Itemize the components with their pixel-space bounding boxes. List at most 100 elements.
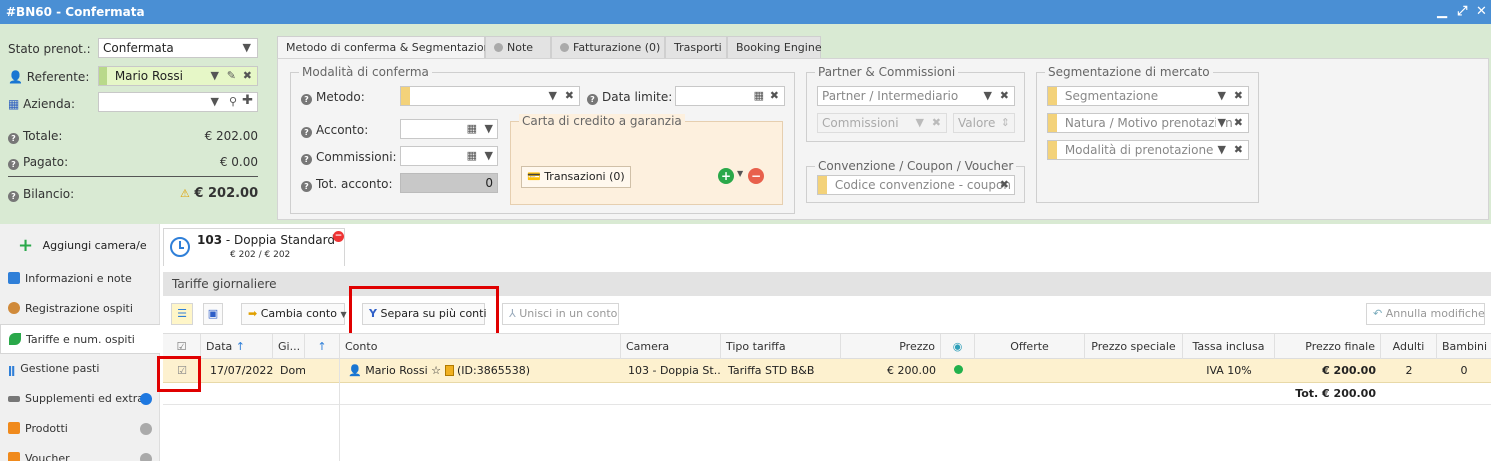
chevron-down-icon[interactable]: ▼ [1218, 87, 1226, 105]
segmentazione-select[interactable]: Segmentazione ▼ ✖ [1047, 86, 1249, 106]
col-camera[interactable]: Camera [621, 334, 721, 359]
clear-icon[interactable]: ✖ [1234, 114, 1243, 132]
sidebar-item-registrazione[interactable]: Registrazione ospiti [0, 294, 160, 324]
add-card-icon[interactable]: + [718, 168, 734, 184]
close-icon[interactable]: ✕ [1476, 0, 1487, 24]
col-prezzo[interactable]: Prezzo [841, 334, 941, 359]
room-tab-103[interactable]: 103 - Doppia Standard € 202 / € 202 − [163, 228, 345, 266]
metodo-label-text: Metodo: [316, 90, 365, 104]
annulla-modifiche-button[interactable]: ↶ Annulla modifiche [1366, 303, 1485, 325]
col-data[interactable]: Data ↑ [201, 334, 273, 359]
close-room-icon[interactable]: − [333, 231, 344, 242]
required-marker [1048, 114, 1057, 132]
col-tipo-tariffa[interactable]: Tipo tariffa [721, 334, 841, 359]
azienda-input[interactable]: ▼ ⚲ ✚ [98, 92, 258, 112]
summary-divider [8, 176, 258, 177]
sidebar-item-tariffe[interactable]: Tariffe e num. ospiti [0, 324, 160, 354]
chevron-down-icon[interactable]: ▼ [1215, 114, 1226, 132]
codice-convenzione-input[interactable]: Codice convenzione - coupon ✖ [817, 175, 1015, 195]
sidebar-item-label: Prodotti [25, 422, 68, 435]
add-icon[interactable]: ✚ [242, 93, 253, 110]
help-icon: ? [301, 127, 312, 138]
tab-fatturazione[interactable]: Fatturazione (0) [551, 36, 665, 58]
col-prezzo-speciale[interactable]: Prezzo speciale [1085, 334, 1183, 359]
sidebar-item-voucher[interactable]: Voucher [0, 444, 160, 461]
col-sort[interactable]: ↑ [305, 334, 340, 359]
chevron-down-icon[interactable]: ▼ [549, 87, 557, 105]
chevron-down-icon[interactable]: ▼ [1218, 141, 1226, 159]
col-adulti[interactable]: Adulti [1381, 334, 1437, 359]
chevron-down-icon[interactable]: ▼ [984, 87, 992, 105]
maximize-icon[interactable]: ⤢ [1457, 0, 1467, 24]
col-visibility[interactable]: ◉ [941, 334, 975, 359]
transazioni-button[interactable]: 💳 Transazioni (0) [521, 166, 631, 188]
tab-trasporti[interactable]: Trasporti [665, 36, 727, 58]
column-divider [339, 359, 340, 461]
list-view-icon[interactable]: ☰ [171, 303, 193, 325]
valore-input[interactable]: Valore ⇕ [953, 113, 1015, 133]
totale-label: ? Totale: [8, 129, 62, 144]
annulla-label: Annulla modifiche [1385, 307, 1485, 320]
commissioni-partner-select[interactable]: Commissioni ▼ ✖ [817, 113, 947, 133]
stato-select[interactable]: Confermata ▼ [98, 38, 258, 58]
add-room-button[interactable]: + Aggiungi camera/e [18, 234, 147, 258]
cambia-conto-button[interactable]: ➡ Cambia conto ▼ [241, 303, 347, 325]
acconto-input[interactable]: ▦ ▼ [400, 119, 498, 139]
chevron-down-icon[interactable]: ▼ [211, 67, 219, 85]
chevron-down-icon[interactable]: ▼ [485, 120, 493, 138]
chevron-down-icon[interactable]: ▼ [737, 169, 743, 178]
col-conto[interactable]: Conto [340, 334, 621, 359]
unisci-conto-button[interactable]: ⅄ Unisci in un conto [502, 303, 619, 325]
service-bell-icon [8, 396, 20, 402]
remove-card-icon[interactable]: − [748, 168, 764, 184]
sidebar-item-pasti[interactable]: ǁ Gestione pasti [0, 354, 160, 384]
clear-icon[interactable]: ✖ [770, 87, 779, 105]
col-tassa-inclusa[interactable]: Tassa inclusa [1183, 334, 1275, 359]
clear-icon[interactable]: ✖ [565, 87, 574, 105]
edit-icon[interactable]: ✎ [227, 67, 236, 85]
data-limite-input[interactable]: ▦ ✖ [675, 86, 785, 106]
clear-icon[interactable]: ✖ [1234, 87, 1243, 105]
search-icon[interactable]: ⚲ [229, 93, 237, 111]
natura-select[interactable]: Natura / Motivo prenotazion ▼ ✖ [1047, 113, 1249, 133]
metodo-select[interactable]: ▼ ✖ [400, 86, 580, 106]
eye-icon: ◉ [952, 340, 963, 353]
table-row[interactable]: ☑ 17/07/2022 Dom 👤 Mario Rossi ☆ (ID:386… [163, 359, 1491, 383]
clear-icon[interactable]: ✖ [1000, 176, 1009, 194]
col-offerte[interactable]: Offerte [975, 334, 1085, 359]
minimize-icon[interactable]: ▁ [1437, 0, 1447, 24]
sidebar-item-label: Tariffe e num. ospiti [26, 333, 135, 346]
col-giorno[interactable]: Gi... [273, 334, 305, 359]
clear-icon[interactable]: ✖ [1000, 87, 1009, 105]
group-legend: Convenzione / Coupon / Voucher [815, 159, 1017, 173]
modalita-prenotazione-select[interactable]: Modalità di prenotazione ▼ ✖ [1047, 140, 1249, 160]
col-bambini[interactable]: Bambini [1437, 334, 1491, 359]
partner-select[interactable]: Partner / Intermediario ▼ ✖ [817, 86, 1015, 106]
tab-booking-engine[interactable]: Booking Engine [727, 36, 822, 58]
chevron-down-icon[interactable]: ▼ [485, 147, 493, 165]
pagato-value: € 0.00 [219, 155, 258, 169]
grid-view-icon[interactable]: ▣ [203, 303, 223, 325]
calculator-icon[interactable]: ▦ [467, 120, 477, 138]
referente-value: Mario Rossi [114, 69, 183, 83]
sidebar-item-informazioni[interactable]: Informazioni e note [0, 264, 160, 294]
calculator-icon[interactable]: ▦ [467, 147, 477, 165]
sidebar-item-supplementi[interactable]: Supplementi ed extra [0, 384, 160, 414]
col-prezzo-finale[interactable]: Prezzo finale [1275, 334, 1381, 359]
sidebar-item-prodotti[interactable]: Prodotti [0, 414, 160, 444]
referente-label-text: Referente: [26, 70, 90, 84]
calendar-icon[interactable]: ▦ [754, 87, 764, 105]
chevron-down-icon[interactable]: ▼ [211, 93, 219, 111]
tab-note[interactable]: Note [485, 36, 551, 58]
metodo-label: ? Metodo: [301, 90, 365, 105]
referente-input[interactable]: Mario Rossi ▼ ✎ ✖ [98, 66, 258, 86]
tab-metodo-conferma[interactable]: Metodo di conferma & Segmentazione [277, 36, 497, 59]
commissioni-input[interactable]: ▦ ▼ [400, 146, 498, 166]
undo-icon: ↶ [1373, 307, 1383, 320]
grid-total: Tot. € 200.00 [1295, 387, 1376, 400]
clear-icon[interactable]: ✖ [1234, 141, 1243, 159]
sidebar-item-label: Registrazione ospiti [25, 302, 133, 315]
clear-icon[interactable]: ✖ [243, 67, 252, 85]
cell-prezzo-finale: € 200.00 [1322, 364, 1376, 377]
cell-prezzo: € 200.00 [887, 364, 936, 377]
